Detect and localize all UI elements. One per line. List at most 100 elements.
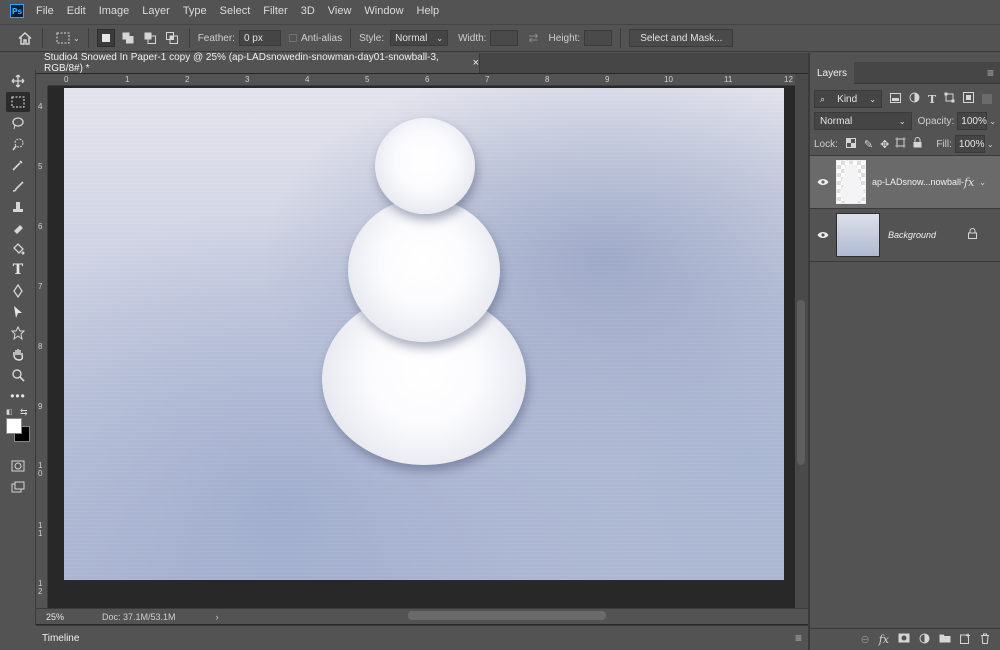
layer-row-background[interactable]: Background [810, 209, 1000, 261]
default-colors-icon[interactable]: ◧ [6, 408, 13, 416]
shape-layer-filter-icon[interactable] [944, 92, 955, 106]
layer-effects-icon[interactable]: fx [964, 176, 974, 189]
add-layer-style-icon[interactable]: fx [879, 633, 889, 646]
marquee-tool-preset-icon[interactable] [51, 29, 75, 47]
blend-mode-select[interactable]: Normal ⌄ [814, 112, 912, 130]
new-adjustment-layer-icon[interactable] [919, 633, 930, 647]
new-selection-icon[interactable] [96, 29, 115, 47]
screen-mode-icon[interactable] [6, 477, 30, 497]
vertical-scroll-thumb[interactable] [797, 300, 805, 465]
menu-image[interactable]: Image [99, 5, 130, 17]
swap-colors-icon[interactable]: ⇆ [20, 407, 28, 418]
lasso-tool-icon[interactable] [6, 113, 30, 133]
rectangular-marquee-tool-icon[interactable] [6, 92, 30, 112]
menu-type[interactable]: Type [183, 5, 207, 17]
feather-input[interactable]: 0 px [238, 30, 281, 46]
chevron-down-icon: ⌄ [898, 116, 906, 126]
home-icon[interactable] [16, 29, 34, 47]
menu-bar: Ps File Edit Image Layer Type Select Fil… [0, 0, 1000, 22]
blend-mode-value: Normal [820, 115, 853, 127]
type-layer-filter-icon[interactable]: T [928, 93, 936, 106]
close-icon[interactable]: × [473, 57, 479, 69]
zoom-tool-icon[interactable] [6, 365, 30, 385]
layer-thumbnail [836, 160, 866, 204]
lock-position-icon[interactable]: ✥ [880, 138, 889, 151]
menu-layer[interactable]: Layer [142, 5, 170, 17]
subtract-from-selection-icon[interactable] [141, 29, 159, 47]
chevron-down-icon[interactable]: ⌄ [987, 140, 994, 149]
pen-tool-icon[interactable] [6, 281, 30, 301]
ruler-tick-label: 11 [724, 75, 733, 84]
menu-3d[interactable]: 3D [301, 5, 315, 17]
delete-layer-icon[interactable] [980, 633, 990, 647]
layer-row-snowball[interactable]: ap-LADsnow...nowball-3 fx ⌄ [810, 156, 1000, 208]
menu-filter[interactable]: Filter [263, 5, 287, 17]
type-tool-icon[interactable]: T [6, 260, 30, 280]
document-canvas[interactable] [64, 88, 784, 580]
lock-transparent-pixels-icon[interactable] [845, 137, 856, 151]
intersect-selection-icon[interactable] [163, 29, 181, 47]
lock-artboard-icon[interactable] [895, 137, 907, 151]
color-swatches: ◧ ⇆ [0, 407, 35, 448]
select-and-mask-button[interactable]: Select and Mask... [629, 29, 734, 47]
path-selection-tool-icon[interactable] [6, 302, 30, 322]
lock-icon[interactable] [968, 228, 977, 242]
timeline-tab[interactable]: Timeline [42, 633, 79, 644]
clone-stamp-tool-icon[interactable] [6, 197, 30, 217]
width-input[interactable] [490, 30, 519, 46]
menu-window[interactable]: Window [364, 5, 403, 17]
visibility-eye-icon[interactable] [814, 231, 832, 239]
menu-help[interactable]: Help [417, 5, 440, 17]
lock-image-pixels-icon[interactable]: ✎ [864, 138, 873, 151]
style-select[interactable]: Normal ⌄ [390, 30, 449, 46]
quick-selection-tool-icon[interactable] [6, 134, 30, 154]
add-mask-icon[interactable] [898, 633, 910, 646]
layer-name[interactable]: ap-LADsnow...nowball-3 [872, 177, 964, 187]
opacity-input[interactable]: 100% [957, 112, 988, 130]
add-to-selection-icon[interactable] [119, 29, 137, 47]
custom-shape-tool-icon[interactable] [6, 323, 30, 343]
menu-file[interactable]: File [36, 5, 54, 17]
fill-input[interactable]: 100% [954, 135, 985, 153]
filter-kind-select[interactable]: ⌕ Kind ⌄ [814, 90, 882, 108]
zoom-level[interactable]: 25% [46, 612, 64, 622]
new-layer-icon[interactable] [960, 633, 971, 647]
antialias-checkbox[interactable] [288, 34, 297, 42]
move-tool-icon[interactable] [6, 71, 30, 91]
ruler-tick-label: 6 [425, 75, 430, 84]
menu-select[interactable]: Select [220, 5, 251, 17]
link-layers-icon[interactable]: ⊖ [861, 633, 870, 646]
panel-menu-icon[interactable]: ≡ [795, 631, 802, 645]
panel-menu-icon[interactable]: ≡ [987, 66, 994, 80]
more-tools-icon[interactable]: ••• [6, 386, 30, 406]
status-menu-arrow-icon[interactable]: › [216, 612, 219, 622]
horizontal-scroll-thumb[interactable] [408, 611, 606, 620]
horizontal-ruler[interactable]: 0 1 2 3 4 5 6 7 8 9 10 11 12 [48, 74, 796, 86]
eraser-tool-icon[interactable] [6, 218, 30, 238]
brush-tool-icon[interactable] [6, 176, 30, 196]
chevron-down-icon[interactable]: ⌄ [989, 117, 996, 126]
document-tab[interactable]: Studio4 Snowed In Paper-1 copy @ 25% (ap… [36, 52, 480, 74]
chevron-down-icon[interactable]: ⌄ [73, 34, 80, 43]
timeline-panel[interactable]: Timeline ≡ [36, 625, 808, 650]
swap-dimensions-icon[interactable]: ⇄ [528, 31, 538, 45]
adjustment-layer-filter-icon[interactable] [909, 92, 920, 106]
lock-all-icon[interactable] [913, 137, 922, 151]
pixel-layer-filter-icon[interactable] [890, 92, 901, 106]
chevron-down-icon[interactable]: ⌄ [979, 178, 986, 187]
smart-object-filter-icon[interactable] [963, 92, 975, 106]
visibility-eye-icon[interactable] [814, 178, 832, 186]
layer-name[interactable]: Background [888, 230, 968, 240]
layers-tab[interactable]: Layers [810, 62, 854, 84]
new-group-icon[interactable] [939, 633, 951, 646]
hand-tool-icon[interactable] [6, 344, 30, 364]
filter-toggle-icon[interactable] [982, 94, 993, 104]
foreground-color-swatch[interactable] [6, 418, 22, 434]
menu-view[interactable]: View [328, 5, 352, 17]
height-input[interactable] [584, 30, 613, 46]
quick-mask-icon[interactable] [6, 456, 30, 476]
menu-edit[interactable]: Edit [67, 5, 86, 17]
paint-bucket-tool-icon[interactable] [6, 239, 30, 259]
eyedropper-tool-icon[interactable] [6, 155, 30, 175]
vertical-ruler[interactable]: 4 5 6 7 8 9 1 0 1 1 1 2 [36, 86, 48, 608]
